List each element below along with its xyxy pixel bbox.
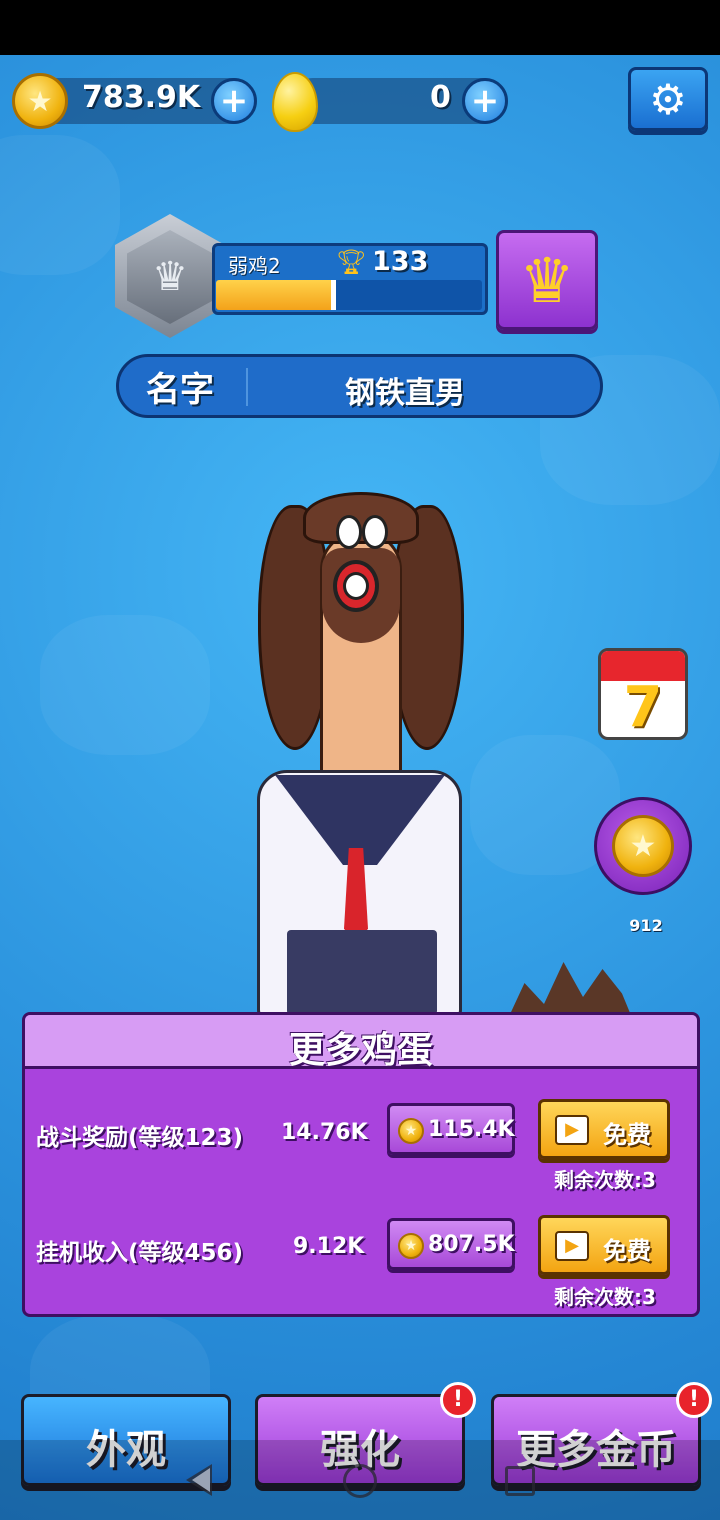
background-pattern bbox=[40, 615, 210, 755]
battle-reward-label: 战斗奖励(等级123) bbox=[36, 1125, 244, 1151]
rank-progress-bar bbox=[216, 280, 482, 310]
idle-income-label: 挂机收入(等级456) bbox=[36, 1240, 244, 1266]
star-coin-icon: ★ bbox=[398, 1233, 424, 1259]
panel-title: 更多鸡蛋 bbox=[288, 1030, 433, 1071]
coin-offer-count: 912 bbox=[629, 916, 663, 935]
gear-icon: ⚙ bbox=[649, 74, 687, 124]
rank-progress-fill bbox=[216, 280, 336, 310]
star-coin-icon: ★ bbox=[12, 73, 68, 129]
plus-icon: + bbox=[470, 81, 500, 121]
video-play-icon: ▶ bbox=[555, 1231, 589, 1261]
idle-income-free-button[interactable]: ▶ 免费 bbox=[538, 1215, 670, 1275]
free-label: 免费 bbox=[603, 1237, 651, 1265]
golden-egg-icon bbox=[272, 72, 318, 132]
crown-button[interactable]: ♛ bbox=[496, 230, 598, 330]
name-label: 名字 bbox=[146, 370, 214, 410]
star-coin-icon: ★ bbox=[398, 1118, 424, 1144]
character-eye bbox=[336, 515, 362, 549]
battle-reward-upgrade-button[interactable]: ★ 115.4K bbox=[387, 1103, 515, 1155]
idle-income-price: 807.5K bbox=[428, 1232, 515, 1257]
coin-amount: 783.9K bbox=[82, 80, 201, 115]
coin-offer-button[interactable]: ★ bbox=[594, 797, 692, 895]
name-divider bbox=[246, 368, 248, 406]
battle-reward-value: 14.76K bbox=[281, 1120, 368, 1145]
upgrade-alert-badge: ! bbox=[440, 1382, 476, 1418]
add-eggs-button[interactable]: + bbox=[462, 78, 508, 124]
free-label: 免费 bbox=[603, 1121, 651, 1149]
calendar-day-number: 7 bbox=[623, 675, 663, 740]
character-eye bbox=[362, 515, 388, 549]
more-coins-alert-badge: ! bbox=[676, 1382, 712, 1418]
trophy-icon: 🏆︎ bbox=[336, 248, 367, 276]
battle-reward-remaining: 剩余次数:3 bbox=[554, 1168, 656, 1192]
star-coin-icon: ★ bbox=[612, 815, 674, 877]
add-coins-button[interactable]: + bbox=[211, 78, 257, 124]
idle-income-remaining: 剩余次数:3 bbox=[554, 1285, 656, 1309]
settings-button[interactable]: ⚙ bbox=[628, 67, 708, 131]
home-icon[interactable] bbox=[343, 1464, 377, 1498]
status-bar bbox=[0, 0, 720, 55]
battle-reward-free-button[interactable]: ▶ 免费 bbox=[538, 1099, 670, 1159]
idle-income-value: 9.12K bbox=[293, 1234, 365, 1259]
background-pattern bbox=[0, 135, 120, 275]
egg-amount: 0 bbox=[430, 80, 451, 115]
back-icon-inner bbox=[192, 1468, 210, 1492]
character-skirt bbox=[287, 930, 437, 1015]
plus-icon: + bbox=[219, 81, 249, 121]
idle-income-upgrade-button[interactable]: ★ 807.5K bbox=[387, 1218, 515, 1270]
player-name[interactable]: 钢铁直男 bbox=[250, 368, 560, 412]
video-play-icon: ▶ bbox=[555, 1115, 589, 1145]
trophy-count: 133 bbox=[372, 246, 429, 277]
rank-name: 弱鸡2 bbox=[228, 254, 281, 278]
recent-apps-icon[interactable] bbox=[505, 1466, 535, 1496]
panel-header: 更多鸡蛋 bbox=[25, 1015, 697, 1071]
crown-icon: ♛ bbox=[519, 243, 575, 317]
character-mouth-inner bbox=[343, 572, 369, 600]
battle-reward-price: 115.4K bbox=[428, 1117, 515, 1142]
daily-calendar-button[interactable]: 7 bbox=[598, 648, 688, 740]
